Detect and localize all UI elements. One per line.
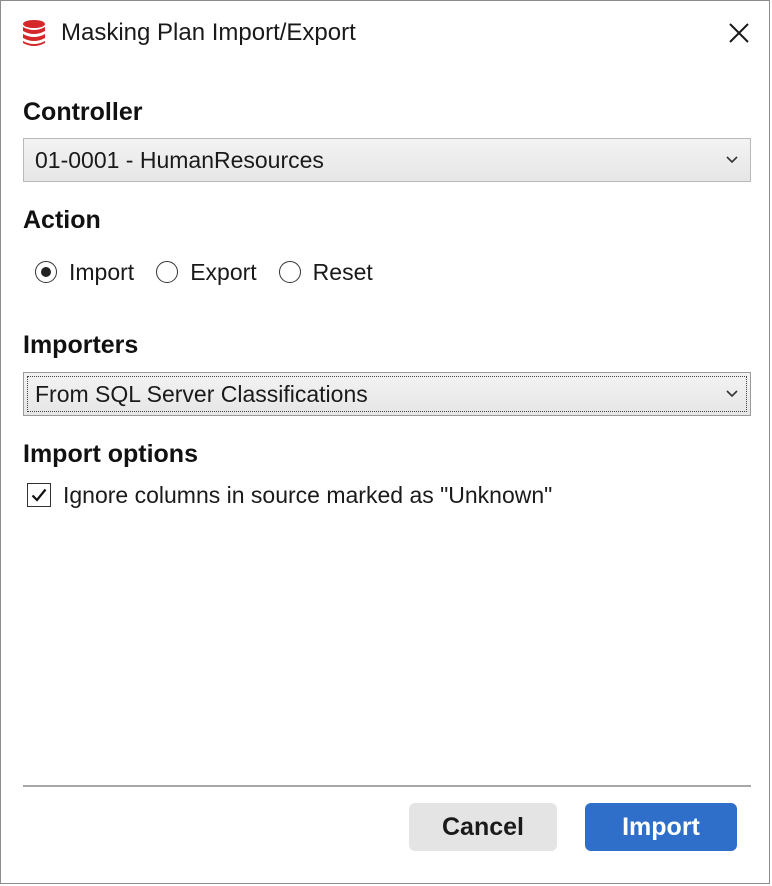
chevron-down-icon <box>726 390 738 398</box>
radio-import[interactable]: Import <box>35 258 134 286</box>
action-label: Action <box>23 206 101 234</box>
chevron-down-icon <box>726 156 738 164</box>
radio-reset[interactable]: Reset <box>278 258 373 286</box>
radio-export-label: Export <box>190 259 257 285</box>
radio-export-indicator[interactable] <box>156 261 179 283</box>
importers-label: Importers <box>23 331 139 359</box>
radio-import-indicator[interactable] <box>35 261 57 283</box>
importers-selected-value: From SQL Server Classifications <box>35 381 368 407</box>
footer-divider <box>23 785 751 787</box>
controller-dropdown[interactable]: 01-0001 - HumanResources <box>23 138 751 182</box>
action-radio-group: Import Export Reset <box>35 256 395 288</box>
ignore-unknown-checkbox[interactable] <box>27 483 51 507</box>
importers-dropdown[interactable]: From SQL Server Classifications <box>23 372 751 416</box>
radio-import-label: Import <box>69 259 135 285</box>
close-icon <box>729 23 749 43</box>
ignore-unknown-label: Ignore columns in source marked as "Unkn… <box>63 482 553 508</box>
radio-export[interactable]: Export <box>156 258 257 286</box>
dialog-window: Masking Plan Import/Export Controller 01… <box>0 0 770 884</box>
window-title: Masking Plan Import/Export <box>61 19 356 46</box>
title-bar: Masking Plan Import/Export <box>1 1 771 63</box>
import-options-label: Import options <box>23 440 198 468</box>
cancel-button[interactable]: Cancel <box>409 803 557 851</box>
close-button[interactable] <box>717 11 761 55</box>
import-button[interactable]: Import <box>585 803 737 851</box>
controller-selected-value: 01-0001 - HumanResources <box>35 147 324 173</box>
radio-reset-label: Reset <box>312 259 373 285</box>
ignore-unknown-option[interactable]: Ignore columns in source marked as "Unkn… <box>27 481 552 509</box>
controller-label: Controller <box>23 98 143 126</box>
checkmark-icon <box>31 488 47 502</box>
database-stack-icon <box>23 20 45 46</box>
radio-reset-indicator[interactable] <box>278 261 301 283</box>
